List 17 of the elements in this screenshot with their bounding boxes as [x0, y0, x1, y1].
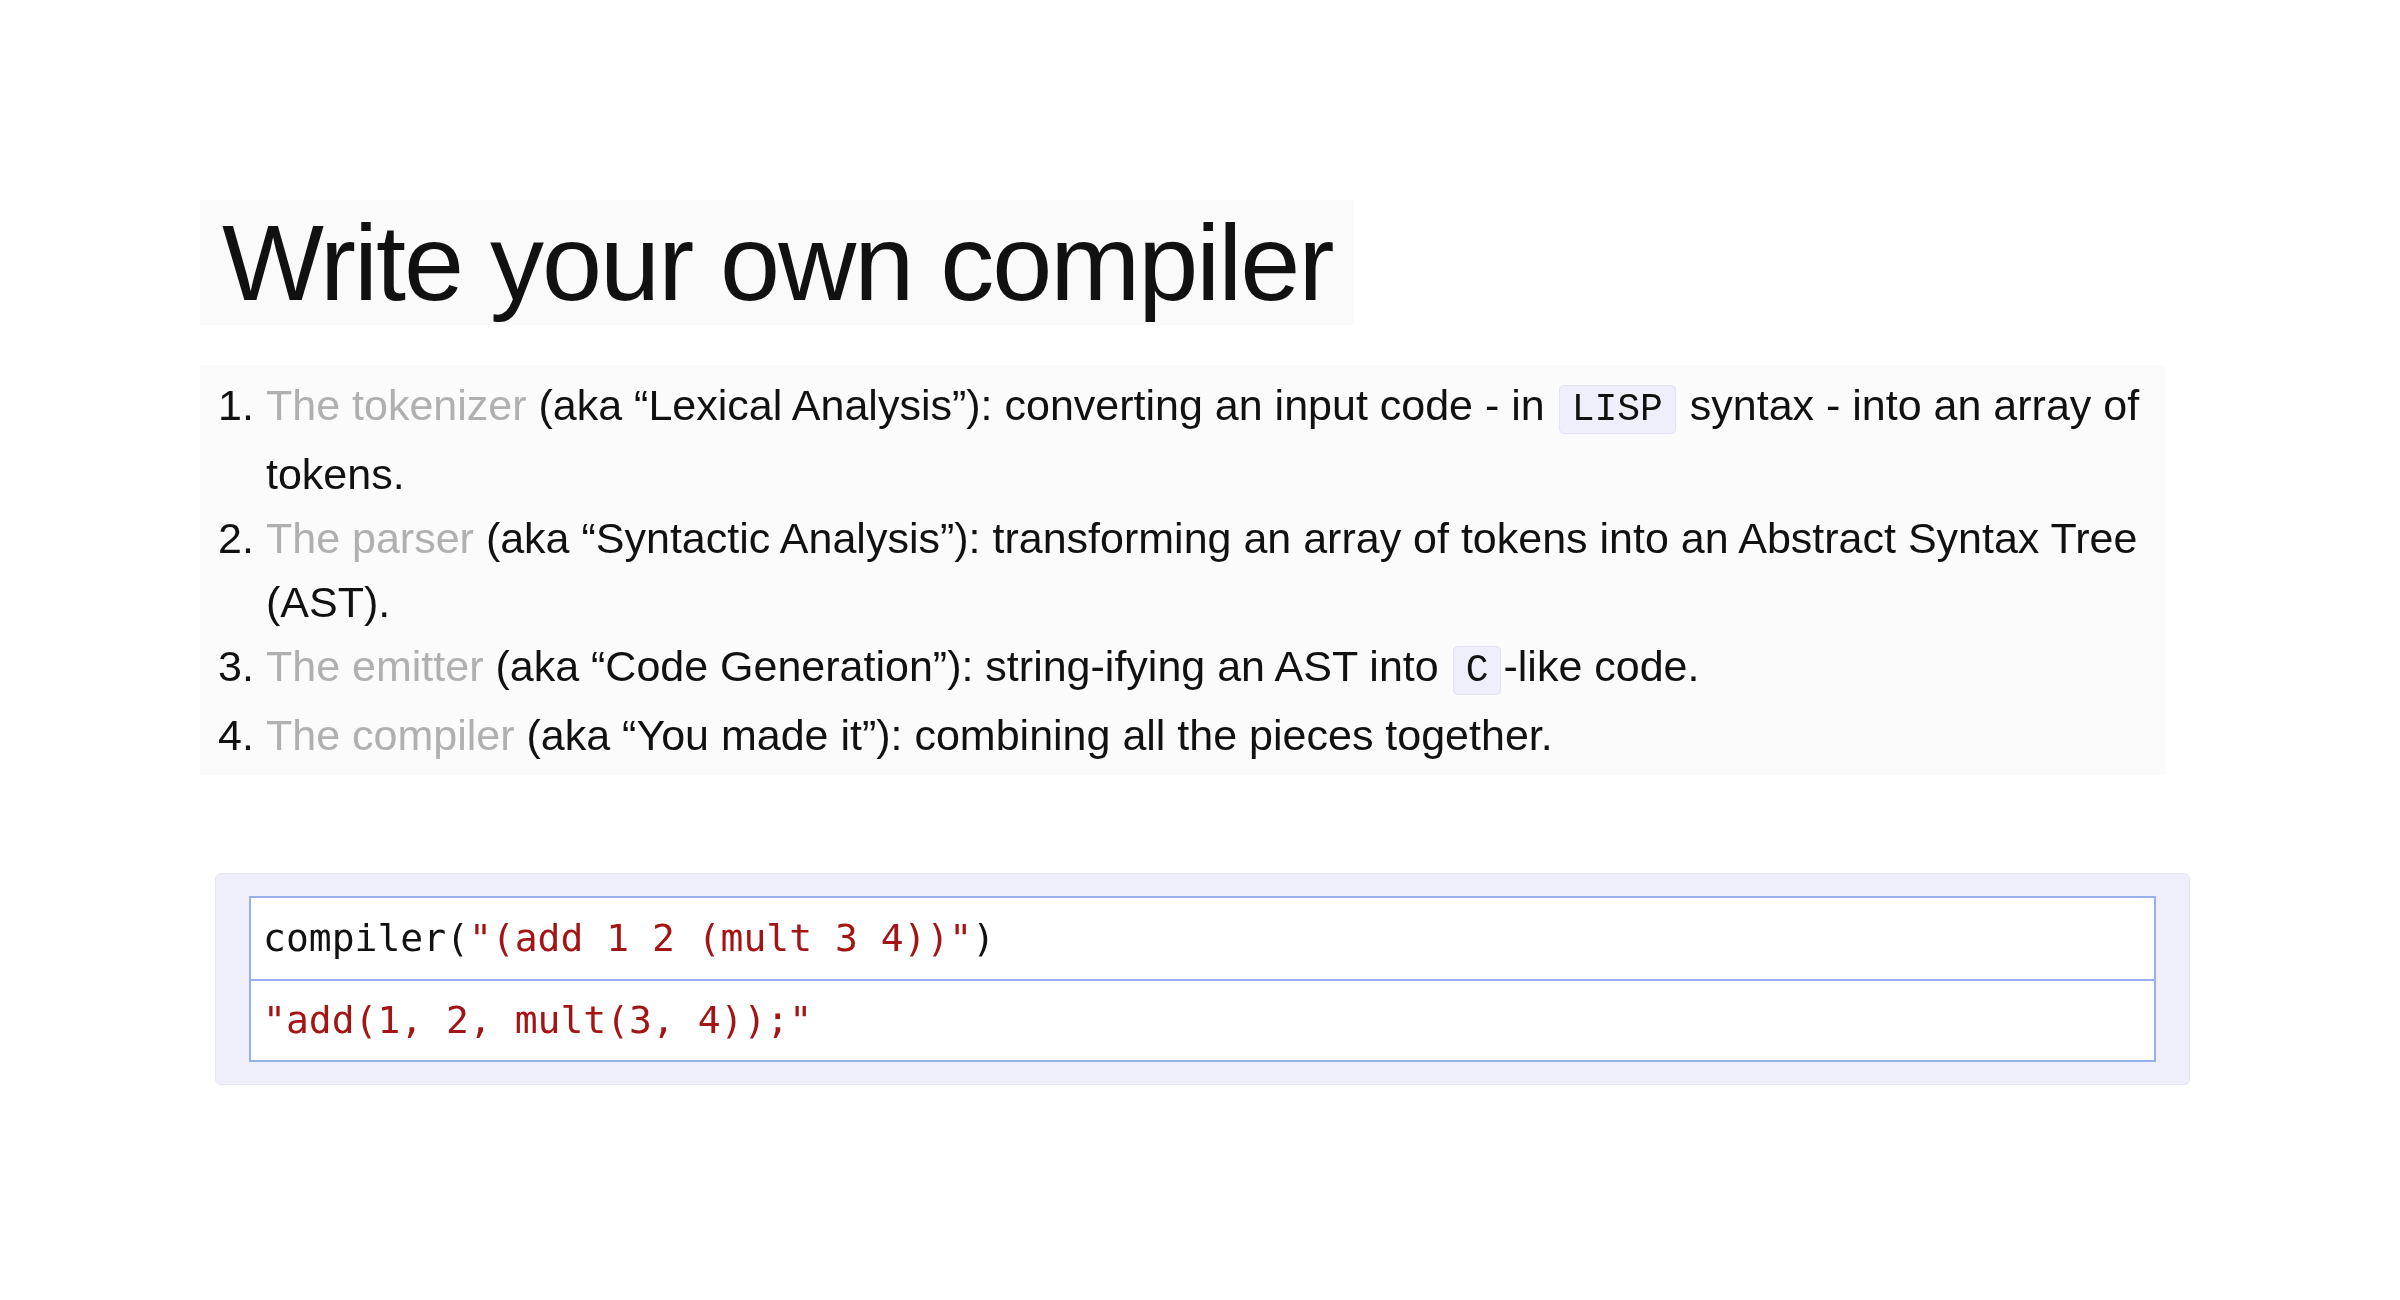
step-number: 2. — [218, 513, 255, 564]
step-link[interactable]: The tokenizer — [266, 381, 527, 429]
step-link[interactable]: The emitter — [266, 642, 484, 690]
step-number: 3. — [218, 641, 255, 692]
step-description: The emitter (aka “Code Generation”): string-ifying an AST into C -like code. — [266, 634, 2155, 703]
inline-code: LISP — [1558, 385, 1676, 434]
step-number: 1. — [218, 380, 255, 431]
step-link[interactable]: The parser — [266, 514, 474, 562]
step-description: The compiler (aka “You made it”): combining all the pieces together. — [266, 710, 1554, 761]
code-cell-text: compiler("(add 1 2 (mult 3 4))") — [262, 915, 997, 962]
inline-code: C — [1452, 646, 1502, 695]
code-cell: "add(1, 2, mult(3, 4));" — [251, 979, 2154, 1060]
step-description: The tokenizer (aka “Lexical Analysis”): converting an input code - in LISP syntax - into an array of tokens. — [266, 380, 2141, 500]
step-link[interactable]: The compiler — [266, 711, 515, 759]
page-title: Write your own compiler — [200, 200, 1355, 325]
step-description: The parser (aka “Syntactic Analysis”): transforming an array of tokens into an Abstract Syntax Tree (AST). — [266, 513, 2139, 628]
step-number: 4. — [218, 710, 255, 761]
